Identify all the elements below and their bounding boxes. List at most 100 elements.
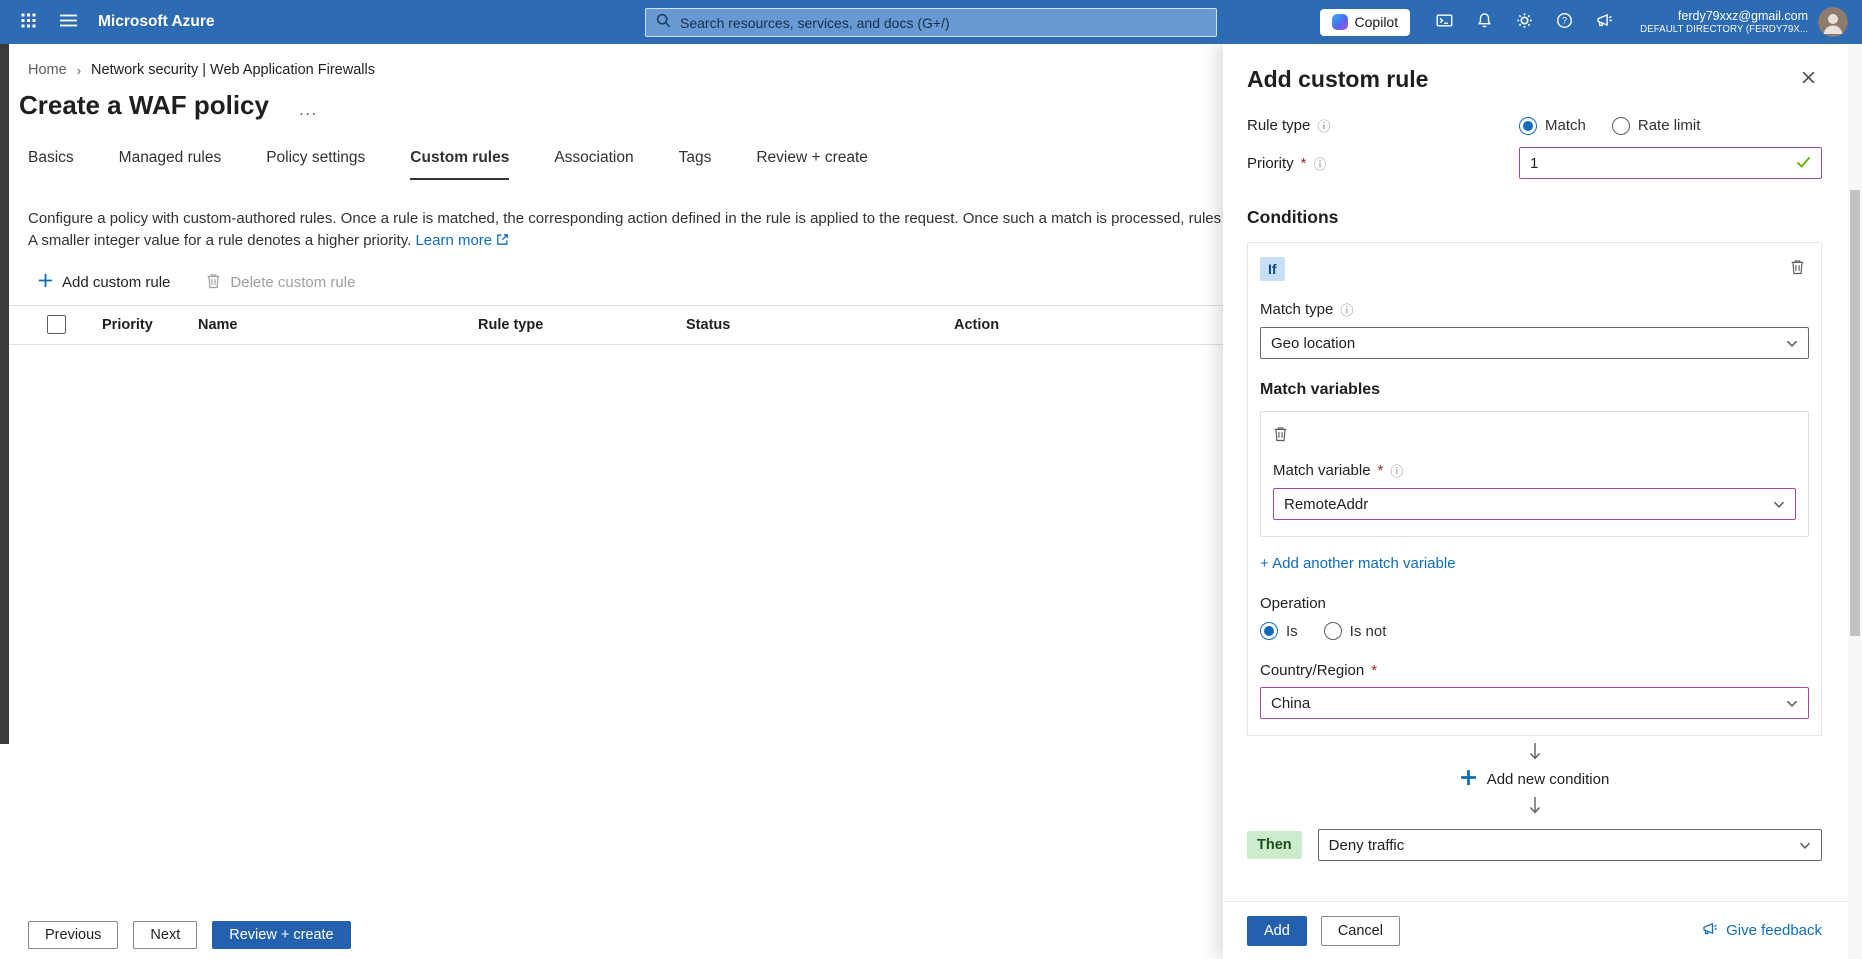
- cancel-button[interactable]: Cancel: [1320, 915, 1400, 946]
- match-variable-group: Match variable * ⓘ RemoteAddr: [1260, 411, 1809, 537]
- delete-custom-rule-label: Delete custom rule: [230, 274, 356, 291]
- info-icon[interactable]: ⓘ: [1390, 461, 1403, 480]
- tab-review-create[interactable]: Review + create: [756, 149, 868, 180]
- then-badge: Then: [1247, 831, 1302, 859]
- learn-more-link[interactable]: Learn more: [415, 232, 509, 249]
- rule-type-row: Rule type ⓘ Match Rate limit: [1247, 116, 1822, 135]
- give-feedback-label: Give feedback: [1726, 922, 1822, 939]
- delete-condition-button[interactable]: [1786, 255, 1809, 282]
- breadcrumb-home-link[interactable]: Home: [28, 62, 67, 78]
- plus-icon: [38, 273, 53, 292]
- next-button[interactable]: Next: [133, 921, 198, 949]
- copilot-button[interactable]: Copilot: [1319, 8, 1411, 36]
- tab-association[interactable]: Association: [554, 149, 633, 180]
- tab-managed-rules[interactable]: Managed rules: [119, 149, 222, 180]
- account-info[interactable]: ferdy79xxz@gmail.com DEFAULT DIRECTORY (…: [1640, 8, 1808, 37]
- breadcrumb-current: Network security | Web Application Firew…: [91, 62, 375, 78]
- rule-type-label: Rule type: [1247, 117, 1311, 134]
- add-button[interactable]: Add: [1247, 915, 1307, 946]
- top-bar: Microsoft Azure Copilot ?: [0, 0, 1862, 44]
- then-action-value: Deny traffic: [1328, 836, 1405, 854]
- tab-tags[interactable]: Tags: [679, 149, 712, 180]
- azure-portal: Microsoft Azure Copilot ?: [0, 0, 1862, 959]
- chevron-down-icon: [1799, 837, 1811, 854]
- notifications-button[interactable]: [1464, 0, 1504, 44]
- panel-scrollbar[interactable]: [1848, 44, 1862, 959]
- radio-checked-icon: [1260, 622, 1278, 640]
- hamburger-icon: [59, 13, 77, 31]
- select-all-checkbox[interactable]: [47, 315, 66, 334]
- match-variable-label: Match variable: [1273, 462, 1371, 479]
- tab-custom-rules[interactable]: Custom rules: [410, 149, 510, 180]
- external-link-icon: [496, 233, 509, 250]
- hamburger-menu-button[interactable]: [48, 0, 88, 44]
- rules-table-header: Priority Name Rule type Status Action: [0, 304, 1223, 345]
- review-create-button[interactable]: Review + create: [212, 921, 351, 949]
- info-icon[interactable]: ⓘ: [1317, 116, 1330, 135]
- scrollbar-thumb[interactable]: [1850, 190, 1860, 636]
- match-type-label-group: Match type ⓘ: [1260, 300, 1809, 319]
- rule-type-option-match-label: Match: [1545, 117, 1586, 134]
- chevron-down-icon: [1786, 335, 1798, 352]
- global-search-box[interactable]: [645, 8, 1217, 37]
- flow-arrow: [1247, 796, 1822, 821]
- match-variable-dropdown[interactable]: RemoteAddr: [1273, 488, 1796, 520]
- delete-match-variable-button[interactable]: [1269, 422, 1292, 449]
- country-dropdown[interactable]: China: [1260, 687, 1809, 719]
- previous-button[interactable]: Previous: [28, 921, 119, 949]
- copilot-label: Copilot: [1354, 14, 1399, 30]
- panel-footer: Add Cancel Give feedback: [1223, 901, 1848, 959]
- waffle-icon: [21, 13, 36, 31]
- info-icon[interactable]: ⓘ: [1340, 300, 1353, 319]
- country-label: Country/Region: [1260, 662, 1365, 679]
- match-type-dropdown[interactable]: Geo location: [1260, 327, 1809, 359]
- add-custom-rule-panel: Add custom rule Rule type ⓘ Match Rate l…: [1223, 44, 1862, 959]
- help-icon: ?: [1556, 12, 1573, 32]
- search-input[interactable]: [680, 14, 1206, 31]
- feedback-button[interactable]: [1584, 0, 1624, 44]
- rule-type-radio-group: Match Rate limit: [1519, 116, 1822, 135]
- arrow-down-icon: [1528, 742, 1542, 767]
- learn-more-label: Learn more: [415, 231, 493, 249]
- apps-waffle-button[interactable]: [8, 0, 48, 44]
- add-custom-rule-button[interactable]: Add custom rule: [38, 273, 170, 292]
- description-line-1: Configure a policy with custom-authored …: [28, 210, 1223, 227]
- add-new-condition-label: Add new condition: [1486, 771, 1610, 788]
- flow-arrow: [1247, 742, 1822, 767]
- close-panel-button[interactable]: [1795, 64, 1822, 94]
- match-variable-value: RemoteAddr: [1284, 495, 1369, 513]
- page-title: Create a WAF policy: [19, 90, 269, 120]
- info-icon[interactable]: ⓘ: [1314, 154, 1327, 173]
- rule-type-option-rate-limit-label: Rate limit: [1637, 117, 1701, 134]
- give-feedback-link[interactable]: Give feedback: [1702, 921, 1822, 941]
- breadcrumb: Home › Network security | Web Applicatio…: [0, 44, 1223, 78]
- operation-option-is[interactable]: Is: [1260, 622, 1298, 640]
- add-new-condition-button[interactable]: Add new condition: [1247, 769, 1822, 790]
- priority-input[interactable]: 1: [1519, 147, 1822, 179]
- more-options-button[interactable]: ...: [299, 100, 318, 120]
- operation-label: Operation: [1260, 595, 1326, 612]
- wizard-tabs: Basics Managed rules Policy settings Cus…: [0, 149, 1223, 180]
- megaphone-icon: [1596, 12, 1613, 32]
- plus-icon: [1460, 769, 1477, 790]
- then-action-dropdown[interactable]: Deny traffic: [1317, 829, 1822, 861]
- delete-custom-rule-button[interactable]: Delete custom rule: [206, 273, 355, 293]
- brand-title[interactable]: Microsoft Azure: [98, 13, 215, 31]
- valid-check-icon: [1796, 155, 1811, 172]
- operation-option-is-not[interactable]: Is not: [1323, 622, 1386, 640]
- tab-basics[interactable]: Basics: [28, 149, 74, 180]
- user-email: ferdy79xxz@gmail.com: [1677, 8, 1808, 23]
- search-icon: [656, 13, 671, 33]
- cloud-shell-button[interactable]: [1424, 0, 1464, 44]
- match-variables-heading: Match variables: [1260, 381, 1381, 398]
- avatar[interactable]: [1818, 7, 1848, 37]
- settings-button[interactable]: [1504, 0, 1544, 44]
- gear-icon: [1516, 12, 1533, 32]
- rule-type-label-group: Rule type ⓘ: [1247, 116, 1519, 135]
- add-another-match-variable-link[interactable]: + Add another match variable: [1260, 555, 1456, 572]
- panel-title: Add custom rule: [1247, 66, 1429, 92]
- rule-type-option-match[interactable]: Match: [1519, 116, 1586, 135]
- rule-type-option-rate-limit[interactable]: Rate limit: [1611, 116, 1701, 135]
- help-button[interactable]: ?: [1544, 0, 1584, 44]
- tab-policy-settings[interactable]: Policy settings: [266, 149, 365, 180]
